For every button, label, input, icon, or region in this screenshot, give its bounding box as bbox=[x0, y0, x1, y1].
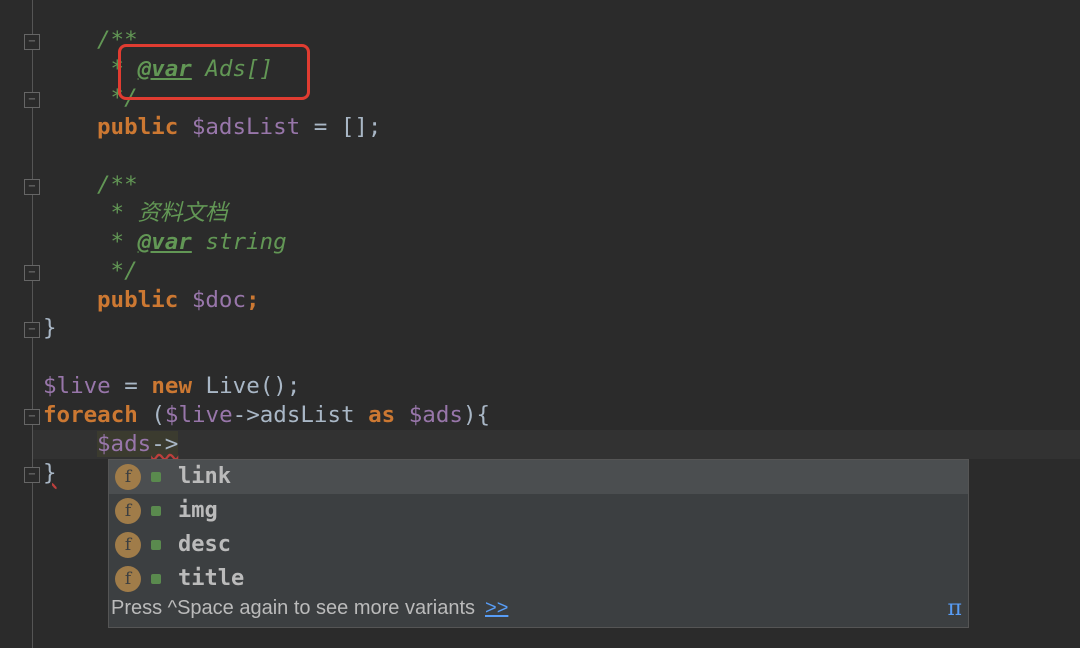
code-line: foreach ($live->adsList as $ads){ bbox=[43, 402, 491, 428]
field-icon: f bbox=[115, 464, 141, 490]
completion-popup[interactable]: f link f img f desc f title Press ^Space aga… bbox=[108, 459, 969, 628]
code-line: public $doc; bbox=[97, 287, 260, 313]
completion-item[interactable]: f title bbox=[109, 562, 968, 596]
code-line: $live = new Live(); bbox=[43, 373, 301, 399]
code-line: */ bbox=[97, 258, 138, 284]
fold-icon[interactable]: − bbox=[24, 179, 40, 195]
code-line: } bbox=[43, 315, 57, 341]
code-editor[interactable]: − − − − − − − /** * @var Ads[] */ public… bbox=[0, 0, 1080, 648]
pi-icon[interactable]: π bbox=[948, 596, 962, 621]
lock-icon bbox=[151, 472, 161, 482]
field-icon: f bbox=[115, 498, 141, 524]
lock-icon bbox=[151, 506, 161, 516]
fold-icon[interactable]: − bbox=[24, 322, 40, 338]
fold-icon[interactable]: − bbox=[24, 265, 40, 281]
fold-icon[interactable]: − bbox=[24, 467, 40, 483]
field-icon: f bbox=[115, 566, 141, 592]
highlight-annotation-box bbox=[118, 44, 310, 100]
code-line: * @var string bbox=[97, 229, 287, 255]
completion-item[interactable]: f desc bbox=[109, 528, 968, 562]
completion-item[interactable]: f link bbox=[109, 460, 968, 494]
more-variants-link[interactable]: >> bbox=[485, 597, 508, 619]
completion-item[interactable]: f img bbox=[109, 494, 968, 528]
lock-icon bbox=[151, 574, 161, 584]
fold-icon[interactable]: − bbox=[24, 92, 40, 108]
code-line: } bbox=[43, 460, 57, 486]
lock-icon bbox=[151, 540, 161, 550]
code-line: public $adsList = []; bbox=[97, 114, 382, 140]
code-line: /** bbox=[97, 172, 138, 198]
field-icon: f bbox=[115, 532, 141, 558]
fold-icon[interactable]: − bbox=[24, 34, 40, 50]
code-line-current: $ads-> bbox=[97, 431, 179, 457]
code-line: * 资料文档 bbox=[97, 200, 228, 226]
completion-footer: Press ^Space again to see more variants >… bbox=[111, 597, 509, 619]
fold-icon[interactable]: − bbox=[24, 409, 40, 425]
current-line-highlight bbox=[33, 430, 1080, 459]
